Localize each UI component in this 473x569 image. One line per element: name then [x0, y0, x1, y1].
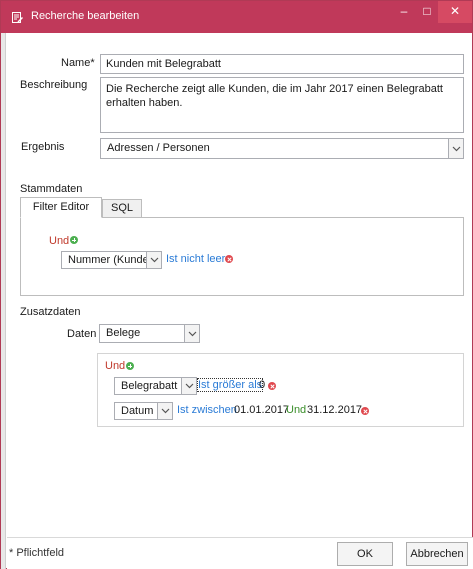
dialog-footer: [7, 537, 473, 569]
name-input[interactable]: Kunden mit Belegrabatt: [100, 54, 464, 74]
group-operator-label[interactable]: Und: [49, 235, 69, 247]
data-label: Daten: [67, 328, 97, 340]
data-select[interactable]: Belege: [99, 324, 200, 343]
add-condition-icon[interactable]: [70, 236, 78, 244]
window-left-border: [1, 33, 6, 569]
description-label: Beschreibung: [20, 79, 88, 91]
result-label: Ergebnis: [21, 141, 65, 153]
minimize-button[interactable]: –: [393, 1, 415, 23]
dialog-window: Recherche bearbeiten – □ ✕ Name* Kunden …: [0, 0, 473, 569]
description-textarea[interactable]: Die Recherche zeigt alle Kunden, die im …: [100, 77, 464, 133]
close-button[interactable]: ✕: [438, 1, 472, 23]
zusatzdaten-section-label: Zusatzdaten: [20, 306, 81, 318]
cancel-button[interactable]: Abbrechen: [406, 542, 468, 566]
condition-value-to[interactable]: 31.12.2017: [307, 404, 362, 416]
chevron-down-icon[interactable]: [146, 252, 161, 268]
name-label: Name*: [61, 57, 95, 69]
maximize-button[interactable]: □: [416, 1, 438, 23]
add-condition-icon[interactable]: [126, 362, 134, 370]
condition-field-select[interactable]: Belegrabatt: [114, 377, 197, 395]
condition-joiner: Und: [286, 404, 307, 416]
tab-sql[interactable]: SQL: [102, 199, 142, 218]
ok-button[interactable]: OK: [337, 542, 393, 566]
required-field-note: * Pflichtfeld: [9, 547, 65, 559]
condition-field-select[interactable]: Nummer (Kunde): [61, 251, 162, 269]
result-select-value: Adressen / Personen: [107, 142, 210, 154]
data-select-value: Belege: [106, 327, 141, 339]
condition-field-value: Datum: [121, 405, 154, 417]
chevron-down-icon[interactable]: [157, 403, 172, 419]
chevron-down-icon[interactable]: [184, 325, 199, 342]
condition-value-from[interactable]: 01.01.2017: [234, 404, 289, 416]
condition-value[interactable]: 0: [259, 379, 265, 391]
result-select[interactable]: Adressen / Personen: [100, 138, 464, 159]
window-title: Recherche bearbeiten: [31, 10, 140, 22]
condition-field-select[interactable]: Datum: [114, 402, 173, 420]
remove-condition-icon[interactable]: [361, 407, 369, 415]
title-bar[interactable]: Recherche bearbeiten – □ ✕: [1, 1, 472, 33]
edit-document-icon: [12, 12, 23, 23]
chevron-down-icon[interactable]: [448, 139, 463, 158]
remove-condition-icon[interactable]: [225, 255, 233, 263]
condition-field-value: Belegrabatt: [121, 380, 178, 392]
stammdaten-section-label: Stammdaten: [20, 183, 83, 195]
group-operator-label[interactable]: Und: [105, 360, 125, 372]
tab-filter-editor[interactable]: Filter Editor: [20, 197, 102, 218]
condition-field-value: Nummer (Kunde): [68, 254, 153, 266]
chevron-down-icon[interactable]: [181, 378, 196, 394]
condition-operator-link[interactable]: Ist größer als: [196, 378, 264, 392]
condition-operator-link[interactable]: Ist zwischen: [177, 404, 237, 416]
remove-condition-icon[interactable]: [268, 382, 276, 390]
condition-operator-link[interactable]: Ist nicht leer: [166, 253, 225, 265]
